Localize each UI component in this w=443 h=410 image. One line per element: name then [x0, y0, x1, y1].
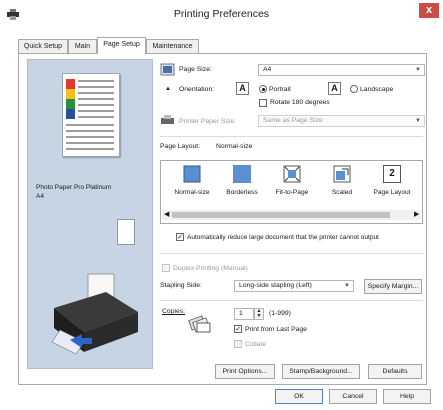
page-layout-current: Normal-size — [216, 143, 253, 150]
auto-reduce-label[interactable]: Automatically reduce large document that… — [187, 234, 379, 241]
portrait-icon: A — [236, 82, 249, 95]
copies-label: Copies: — [162, 308, 186, 315]
print-last-label[interactable]: Print from Last Page — [245, 326, 307, 333]
cancel-button[interactable]: Cancel — [329, 389, 377, 404]
print-options-button[interactable]: Print Options... — [215, 364, 275, 379]
stamp-background-button[interactable]: Stamp/Background... — [282, 364, 360, 379]
bullet-icon: ▲ — [165, 86, 171, 92]
layout-option-label: Scaled — [331, 189, 353, 196]
collate-label[interactable]: Collate — [245, 341, 266, 348]
chevron-down-icon: ▼ — [344, 283, 350, 289]
print-last-checkbox[interactable]: ✓ — [234, 325, 242, 333]
page-size-value: A4 — [263, 66, 272, 73]
chevron-down-icon: ▼ — [415, 118, 421, 124]
landscape-label[interactable]: Landscape — [360, 86, 393, 93]
tab-quick-setup[interactable]: Quick Setup — [18, 39, 68, 53]
page-size-select[interactable]: A4 ▼ — [258, 64, 425, 76]
printer-paper-icon — [161, 115, 174, 124]
layout-option-label: Borderless — [226, 189, 258, 196]
printer-paper-size-select[interactable]: Same as Page Size ▼ — [258, 115, 425, 127]
window-title: Printing Preferences — [173, 8, 270, 20]
page-layout-icon: 2 — [383, 165, 401, 183]
divider — [160, 300, 423, 301]
layout-option-normal-size[interactable]: Normal-size — [167, 165, 217, 205]
fit-to-page-icon — [283, 165, 301, 183]
scroll-left-icon[interactable]: ◀ — [164, 210, 169, 218]
copies-value: 1 — [239, 310, 243, 317]
printer-illustration-icon — [51, 273, 138, 355]
duplex-label[interactable]: Duplex Printing (Manual) — [173, 265, 248, 272]
portrait-label[interactable]: Portrait — [269, 86, 291, 93]
preview-page-content — [66, 79, 114, 150]
layout-option-fit-to-page[interactable]: Fit-to-Page — [267, 165, 317, 205]
portrait-radio[interactable] — [259, 85, 267, 93]
help-button[interactable]: Help — [383, 389, 431, 404]
printer-paper-size-value: Same as Page Size — [263, 117, 323, 124]
chevron-down-icon: ▼ — [415, 67, 421, 73]
ok-button[interactable]: OK — [275, 389, 323, 404]
layout-option-scaled[interactable]: Scaled — [317, 165, 367, 205]
layout-option-label: Page Layout — [373, 189, 411, 196]
normal-size-icon — [183, 165, 201, 183]
preview-page — [62, 73, 120, 157]
copies-input[interactable]: 1 — [234, 308, 254, 320]
page-size-icon — [160, 63, 175, 76]
borderless-icon — [233, 165, 251, 183]
landscape-radio[interactable] — [350, 85, 358, 93]
scroll-right-icon[interactable]: ▶ — [414, 210, 419, 218]
paper-type-label: Photo Paper Pro Platinum — [36, 184, 112, 191]
duplex-checkbox[interactable] — [162, 264, 170, 272]
rotate-label[interactable]: Rotate 180 degrees — [270, 99, 330, 106]
scroll-thumb[interactable] — [172, 212, 390, 218]
copies-range: (1-999) — [269, 310, 291, 317]
paper-size-label: A4 — [36, 193, 44, 200]
paper-info: Photo Paper Pro Platinum A4 — [36, 183, 111, 201]
layout-option-label: Fit-to-Page — [275, 189, 309, 196]
printer-paper-size-label: Printer Paper Size: — [179, 118, 237, 125]
divider — [160, 253, 423, 254]
copies-stepper[interactable]: ▲ ▼ — [254, 308, 264, 320]
layout-option-label: Normal-size — [174, 189, 210, 196]
tab-page-setup[interactable]: Page Setup — [97, 37, 146, 54]
close-button[interactable]: x — [419, 3, 439, 18]
rotate-checkbox[interactable] — [259, 99, 267, 107]
tab-main[interactable]: Main — [68, 39, 97, 53]
layout-option-borderless[interactable]: Borderless — [217, 165, 267, 205]
page-thumbnail-icon — [117, 219, 135, 245]
orientation-label: Orientation: — [179, 86, 215, 93]
copies-icon — [188, 315, 211, 333]
landscape-icon: A — [328, 82, 341, 95]
divider — [160, 136, 423, 137]
auto-reduce-checkbox[interactable]: ✓ — [176, 233, 184, 241]
layout-option-page-layout[interactable]: 2 Page Layout — [367, 165, 417, 205]
specify-margin-button[interactable]: Specify Margin... — [364, 279, 422, 294]
stapling-side-label: Stapling Side: — [160, 282, 202, 289]
tab-maintenance[interactable]: Maintenance — [146, 39, 199, 53]
page-size-label: Page Size: — [179, 66, 212, 73]
stapling-side-select[interactable]: Long-side stapling (Left) ▼ — [234, 280, 354, 292]
collate-checkbox[interactable] — [234, 340, 242, 348]
defaults-button[interactable]: Defaults — [368, 364, 422, 379]
page-layout-label: Page Layout: — [160, 143, 201, 150]
stapling-side-value: Long-side stapling (Left) — [239, 282, 312, 289]
scaled-icon — [333, 165, 351, 183]
